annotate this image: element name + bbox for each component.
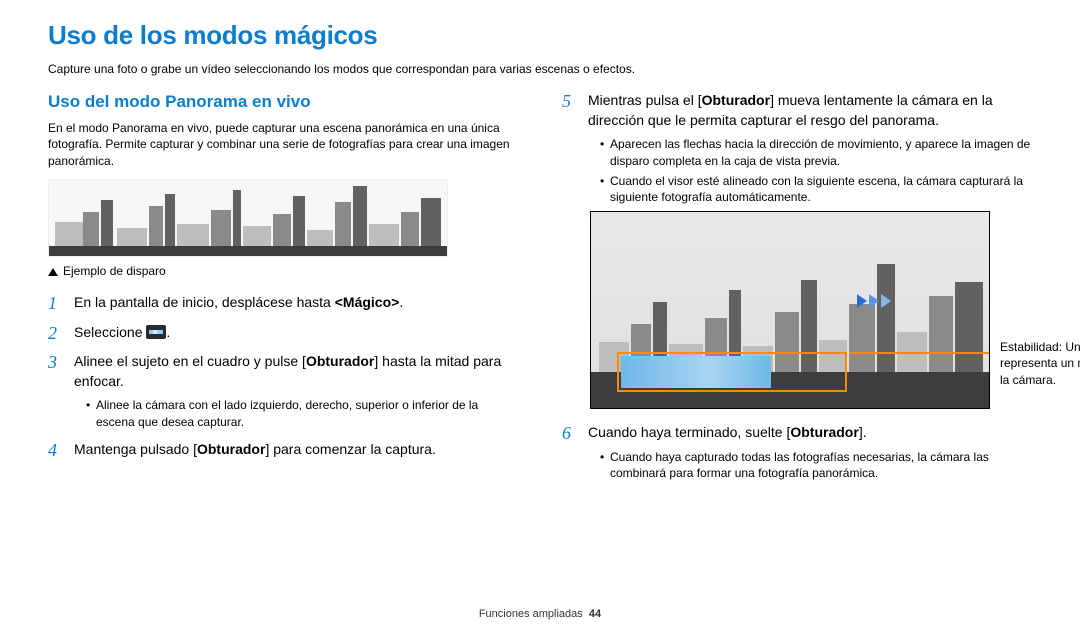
step-4-text-pre: Mantenga pulsado [ [74,441,197,457]
step-2: 2 Seleccione . [48,323,518,343]
page-title: Uso de los modos mágicos [48,18,1032,53]
step-4-bold: Obturador [197,441,265,457]
step-3-bold: Obturador [306,353,374,369]
stability-callout: Estabilidad: Una línea más plana represe… [986,339,1080,388]
step-5-bold: Obturador [702,92,770,108]
section-desc: En el modo Panorama en vivo, puede captu… [48,120,518,169]
step-3: 3 Alinee el sujeto en el cuadro y pulse … [48,352,518,430]
intro-text: Capture una foto o grabe un vídeo selecc… [48,61,1032,77]
step-5-text-pre: Mientras pulsa el [ [588,92,702,108]
step-1-text-pre: En la pantalla de inicio, desplácese has… [74,294,335,310]
capture-frame [617,352,847,392]
step-5-bullet-2: Cuando el visor esté alineado con la sig… [600,173,1032,205]
step-2-text-post: . [166,324,170,340]
step-4: 4 Mantenga pulsado [Obturador] para come… [48,440,518,460]
triangle-up-icon [48,268,58,276]
callout-line [849,352,989,354]
step-1-text-post: . [399,294,403,310]
step-5-bullet-1: Aparecen las flechas hacia la dirección … [600,136,1032,168]
step-6-text-post: ]. [859,424,867,440]
footer-section: Funciones ampliadas [479,608,583,620]
step-6-bullet-1: Cuando haya capturado todas las fotograf… [600,449,1032,481]
direction-arrows-icon [857,294,891,308]
example-caption-text: Ejemplo de disparo [63,264,166,278]
step-5: 5 Mientras pulsa el [Obturador] mueva le… [562,91,1032,409]
panorama-capture-scene [590,211,990,409]
step-2-text-pre: Seleccione [74,324,146,340]
page-footer: Funciones ampliadas 44 [0,607,1080,622]
example-caption: Ejemplo de disparo [48,263,518,279]
step-6: 6 Cuando haya terminado, suelte [Obturad… [562,423,1032,481]
step-1-bold: <Mágico> [335,294,400,310]
step-1: 1 En la pantalla de inicio, desplácese h… [48,293,518,313]
footer-page-number: 44 [589,608,601,620]
section-title: Uso del modo Panorama en vivo [48,91,518,114]
step-6-bold: Obturador [790,424,858,440]
panorama-mode-icon [146,325,166,339]
step-4-text-post: ] para comenzar la captura. [265,441,435,457]
step-3-text-pre: Alinee el sujeto en el cuadro y pulse [ [74,353,306,369]
step-3-bullet-1: Alinee la cámara con el lado izquierdo, … [86,397,518,429]
left-column: Uso del modo Panorama en vivo En el modo… [48,91,518,491]
panorama-example-image [48,179,518,257]
step-6-text-pre: Cuando haya terminado, suelte [ [588,424,790,440]
right-column: 5 Mientras pulsa el [Obturador] mueva le… [562,91,1032,491]
